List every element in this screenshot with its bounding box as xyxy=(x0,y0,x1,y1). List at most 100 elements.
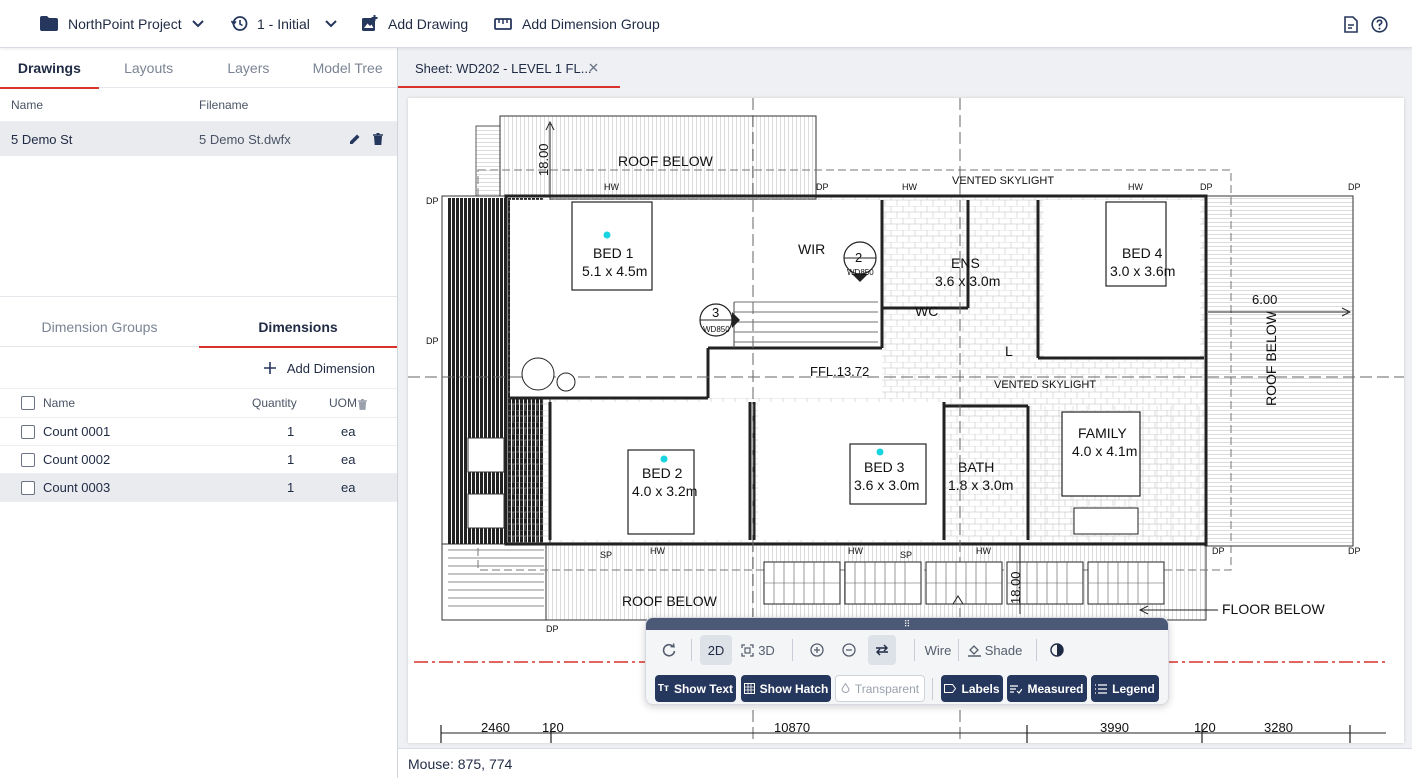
dimension-quantity: 1 xyxy=(287,424,295,439)
list-icon xyxy=(1095,683,1108,694)
room-bed4-size: 3.0 x 3.6m xyxy=(1110,263,1175,279)
droplet-icon xyxy=(841,683,850,693)
dimension-row[interactable]: Count 0001 1 ea xyxy=(0,418,397,446)
drawing-row[interactable]: 5 Demo St 5 Demo St.dwfx xyxy=(0,122,397,156)
drag-handle[interactable]: ⠿ xyxy=(646,618,1168,630)
downpipe-label: DP xyxy=(1200,182,1213,192)
contrast-icon xyxy=(1050,643,1064,657)
dimension-row[interactable]: Count 0002 1 ea xyxy=(0,446,397,474)
add-drawing-button[interactable]: Add Drawing xyxy=(361,0,468,48)
dimension-value: 3280 xyxy=(1264,720,1293,735)
dimension-quantity: 1 xyxy=(287,452,295,467)
ruler-icon xyxy=(494,17,512,30)
tag-icon xyxy=(944,684,957,693)
sheet-tab[interactable]: Sheet: WD202 - LEVEL 1 FL... xyxy=(398,48,620,88)
room-ens-label: ENS xyxy=(951,255,980,271)
revision-label: 1 - Initial xyxy=(257,15,310,32)
tab-drawings[interactable]: Drawings xyxy=(0,48,99,89)
callout-2-number: 2 xyxy=(855,250,862,265)
measured-button[interactable]: Measured xyxy=(1007,675,1087,702)
downpipe-label: DP xyxy=(546,624,559,634)
wire-button[interactable]: Wire xyxy=(920,635,956,665)
add-dimension-button[interactable]: Add Dimension xyxy=(0,348,397,388)
room-bed4-label: BED 4 xyxy=(1122,245,1163,261)
dimension-tabs: Dimension Groups Dimensions xyxy=(0,307,397,348)
row-checkbox[interactable] xyxy=(21,452,35,467)
row-checkbox[interactable] xyxy=(21,424,35,439)
trash-icon[interactable] xyxy=(358,399,367,410)
downpipe-label: DP xyxy=(1348,546,1361,556)
revision-selector[interactable]: 1 - Initial xyxy=(231,0,337,48)
swap-button[interactable] xyxy=(868,635,896,665)
dimension-value: 10870 xyxy=(774,720,810,735)
tab-dimensions[interactable]: Dimensions xyxy=(199,307,397,348)
dimension-uom: ea xyxy=(341,480,356,495)
measured-label: Measured xyxy=(1027,681,1084,696)
room-wir-label: WIR xyxy=(798,241,825,257)
downpipe-label: DP xyxy=(426,196,439,206)
contrast-button[interactable] xyxy=(1044,635,1070,665)
project-selector[interactable]: NorthPoint Project xyxy=(40,0,204,48)
col-name-header[interactable]: Name xyxy=(11,98,43,112)
tab-model-tree[interactable]: Model Tree xyxy=(298,48,397,88)
room-family-label: FAMILY xyxy=(1078,425,1127,441)
close-icon[interactable] xyxy=(589,63,598,72)
chevron-down-icon xyxy=(325,19,337,27)
folder-icon xyxy=(40,16,58,31)
dimension-name: Count 0003 xyxy=(43,480,111,495)
view-3d-button[interactable]: 3D xyxy=(736,635,780,665)
select-all-checkbox[interactable] xyxy=(21,396,35,410)
dimension-6: 6.00 xyxy=(1252,292,1277,307)
edit-icon[interactable] xyxy=(349,133,361,145)
room-wc-label: WC xyxy=(915,303,938,319)
room-bed2-label: BED 2 xyxy=(642,465,683,481)
tab-dimension-groups[interactable]: Dimension Groups xyxy=(0,307,199,347)
zoom-in-button[interactable] xyxy=(804,635,830,665)
labels-button[interactable]: Labels xyxy=(941,675,1003,702)
left-panel: Drawings Layouts Layers Model Tree Name … xyxy=(0,48,398,778)
dimension-value: 120 xyxy=(1194,720,1216,735)
roof-below-bottom-label: ROOF BELOW xyxy=(622,593,718,609)
hot-water-label: HW xyxy=(1128,182,1143,192)
text-icon: Tт xyxy=(657,683,669,694)
add-dimension-group-button[interactable]: Add Dimension Group xyxy=(494,0,660,48)
sheet-tab-label: Sheet: WD202 - LEVEL 1 FL... xyxy=(415,60,592,76)
col-filename-header[interactable]: Filename xyxy=(199,98,248,112)
drawing-name: 5 Demo St xyxy=(11,131,73,147)
zoom-out-button[interactable] xyxy=(836,635,862,665)
zoom-out-icon xyxy=(842,643,856,657)
view-2d-button[interactable]: 2D xyxy=(700,635,732,665)
add-dimension-label: Add Dimension xyxy=(286,360,375,376)
col-name-header[interactable]: Name xyxy=(43,396,75,410)
legend-label: Legend xyxy=(1112,681,1155,696)
trash-icon[interactable] xyxy=(373,133,383,145)
col-uom-header[interactable]: UOM xyxy=(329,396,357,410)
room-bed1-label: BED 1 xyxy=(593,245,634,261)
transparent-button[interactable]: Transparent xyxy=(835,675,925,702)
shade-button[interactable]: Shade xyxy=(966,635,1024,665)
legend-button[interactable]: Legend xyxy=(1091,675,1159,702)
tab-layouts[interactable]: Layouts xyxy=(99,48,199,88)
view-toolbar: ⠿ 2D 3D Wire Shade Tт Show Text Show Hat… xyxy=(645,617,1169,705)
col-quantity-header[interactable]: Quantity xyxy=(252,396,297,410)
dimension-uom: ea xyxy=(341,452,356,467)
hot-water-label: HW xyxy=(976,546,991,556)
help-icon[interactable] xyxy=(1371,15,1388,33)
dimension-row[interactable]: Count 0003 1 ea xyxy=(0,474,397,502)
dimension-name: Count 0002 xyxy=(43,452,111,467)
downpipe-label: DP xyxy=(426,336,439,346)
room-bed2-size: 4.0 x 3.2m xyxy=(632,483,697,499)
vented-skylight-top-label: VENTED SKYLIGHT xyxy=(952,175,1054,187)
row-checkbox[interactable] xyxy=(21,480,35,495)
dimension-quantity: 1 xyxy=(287,480,295,495)
show-hatch-button[interactable]: Show Hatch xyxy=(741,675,831,702)
dimension-18-top: 18.00 xyxy=(536,143,551,176)
reset-view-button[interactable] xyxy=(656,635,682,665)
tab-layers[interactable]: Layers xyxy=(199,48,299,88)
room-l-label: L xyxy=(1005,343,1013,359)
mouse-coordinates: Mouse: 875, 774 xyxy=(408,755,513,772)
swap-arrows-icon xyxy=(876,644,888,656)
show-text-button[interactable]: Tт Show Text xyxy=(655,675,736,702)
dimension-value: 120 xyxy=(542,720,564,735)
document-icon[interactable] xyxy=(1343,15,1359,33)
